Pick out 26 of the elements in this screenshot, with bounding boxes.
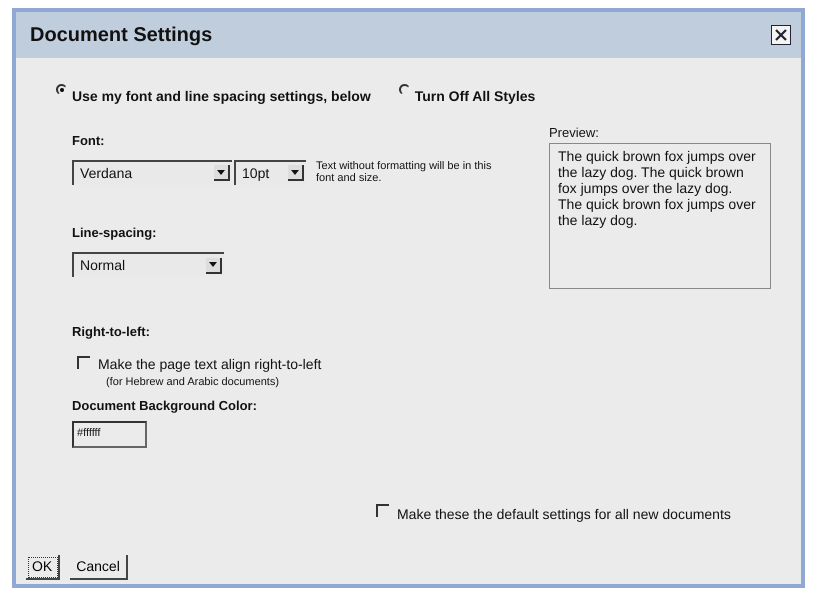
font-hint: Text without formatting will be in this font and size. — [316, 160, 492, 184]
close-button[interactable] — [771, 25, 791, 45]
dialog-title: Document Settings — [30, 23, 212, 48]
note-text: (for Hebrew and Arabic documents) — [106, 374, 280, 390]
font-label: Font: — [72, 132, 106, 150]
checkbox-label: Make the page text align right-to-left — [98, 356, 322, 372]
radio-button[interactable] — [398, 84, 410, 95]
radio-option[interactable]: Use my font and line spacing settings, below — [56, 86, 371, 107]
background-color-label: Document Background Color: — [72, 397, 258, 415]
dialog-button[interactable]: OK — [26, 554, 60, 580]
line-spacing-dropdown[interactable]: Normal — [72, 252, 224, 277]
font-dropdown[interactable]: Verdana — [72, 160, 232, 184]
dialog-button[interactable]: Cancel — [70, 554, 128, 580]
preview-box: The quick brown fox jumps over the lazy dog. The quick brown fox jumps over the lazy dog. The quick brown fox jumps over the lazy dog. — [549, 142, 771, 288]
size-dropdown[interactable]: 10pt — [234, 160, 306, 184]
color-field[interactable]: #ffffff — [72, 420, 147, 448]
radio-button[interactable] — [56, 84, 67, 95]
close-icon — [774, 28, 788, 42]
preview-label: Preview: — [549, 124, 600, 142]
line-spacing-label: Line-spacing: — [72, 224, 158, 242]
caret-icon — [288, 165, 304, 181]
caret-icon — [206, 258, 222, 274]
caret-icon — [214, 165, 230, 181]
radio-option[interactable]: Turn Off All Styles — [398, 86, 536, 107]
right-to-left-label: Right-to-left: — [72, 323, 151, 341]
checkbox-label: Make these the default settings for all new documents — [397, 504, 731, 524]
